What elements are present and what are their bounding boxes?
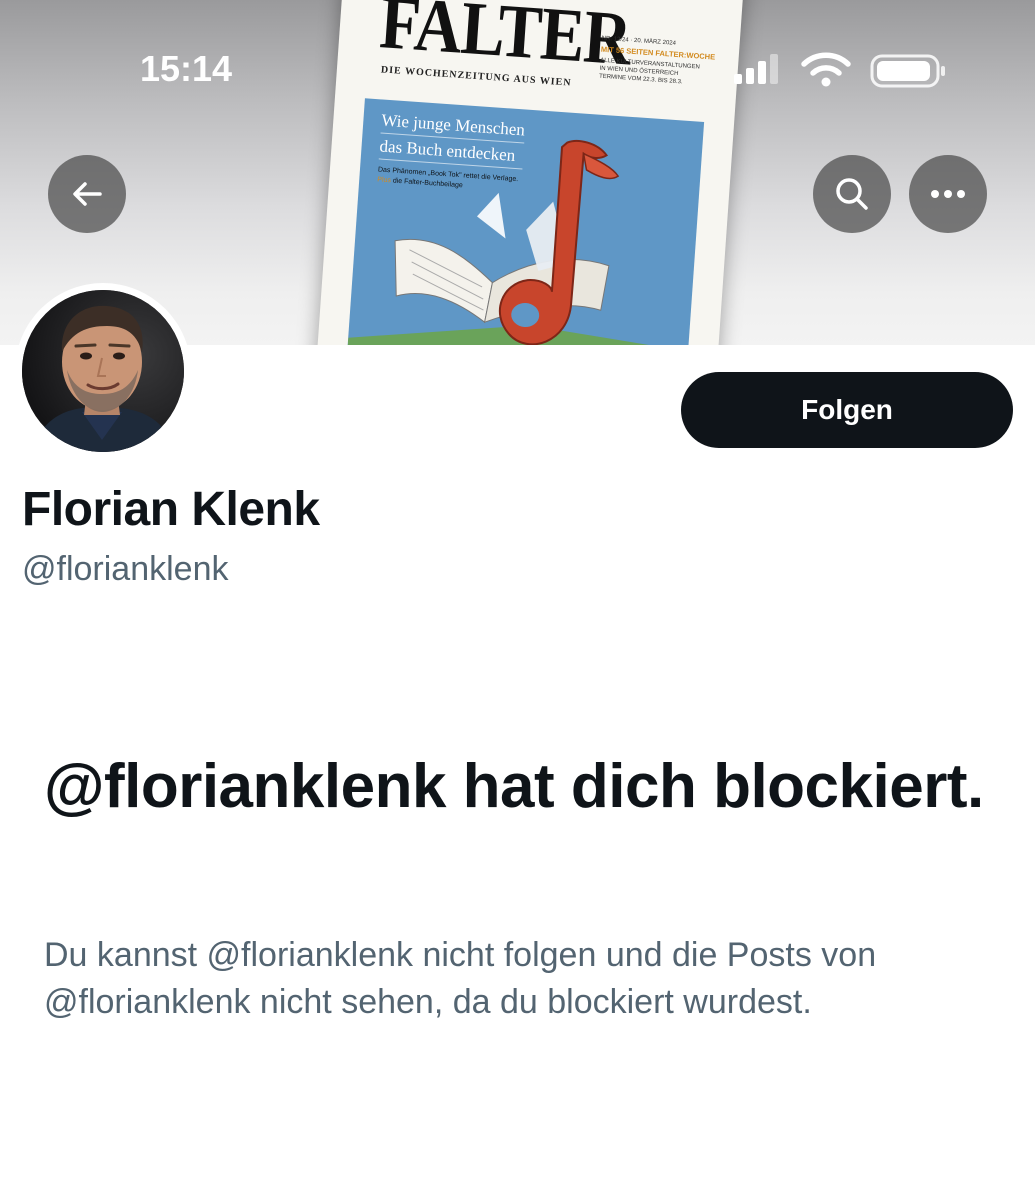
blocked-title: @florianklenk hat dich blockiert.: [44, 752, 984, 821]
status-time: 15:14: [140, 48, 233, 89]
wifi-icon: [801, 52, 851, 87]
display-name: Florian Klenk: [22, 483, 320, 536]
more-horizontal-icon: [931, 190, 965, 198]
search-icon: [836, 178, 868, 210]
arrow-left-icon: [73, 182, 102, 206]
back-button[interactable]: [48, 155, 126, 233]
avatar[interactable]: [15, 283, 191, 459]
cover-headline: Wie junge Menschen das Buch entdecken: [378, 109, 526, 172]
tease-prefix: Plus: [377, 176, 392, 185]
more-button[interactable]: [909, 155, 987, 233]
battery-icon: [870, 54, 945, 88]
follow-button[interactable]: Folgen: [681, 372, 1013, 448]
person-portrait-icon: [22, 290, 184, 452]
status-icons: [730, 48, 950, 92]
magazine-meta: NR. 12/24 · 20. MÄRZ 2024 MIT 56 SEITEN …: [599, 35, 732, 90]
cellular-signal-icon: [734, 54, 778, 84]
magazine-cover: FALTER DIE WOCHENZEITUNG AUS WIEN NR. 12…: [315, 0, 745, 345]
avatar-photo: [22, 290, 184, 452]
cover-illustration: Wie junge Menschen das Buch entdecken Da…: [346, 98, 705, 345]
search-button[interactable]: [813, 155, 891, 233]
blocked-message: Du kannst @florianklenk nicht folgen und…: [44, 936, 877, 1021]
user-handle: @florianklenk: [22, 550, 229, 588]
